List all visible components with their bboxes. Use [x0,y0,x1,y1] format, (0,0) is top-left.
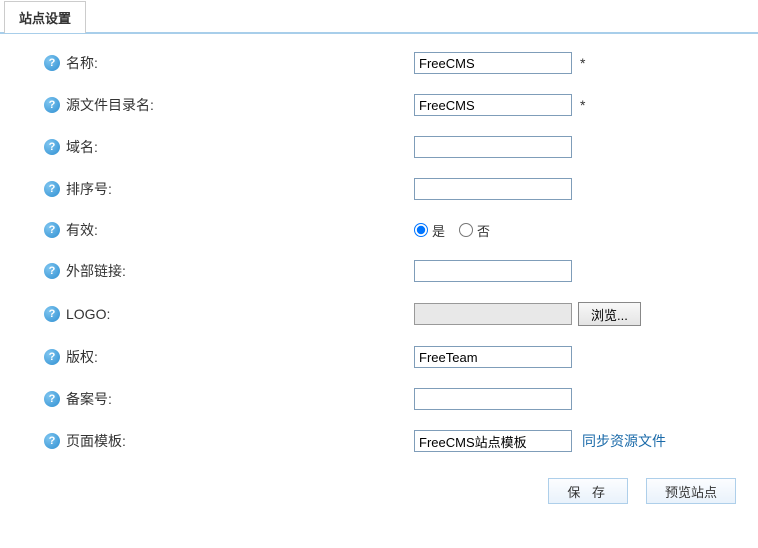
required-mark: * [580,55,585,71]
row-template: 页面模板: 同步资源文件 [0,420,758,462]
radio-valid-yes[interactable] [414,223,428,237]
row-record: 备案号: [0,378,758,420]
row-copy: 版权: [0,336,758,378]
save-button[interactable]: 保 存 [548,478,628,504]
label-domain: 域名: [66,137,98,157]
help-icon[interactable] [44,349,60,365]
preview-button[interactable]: 预览站点 [646,478,736,504]
input-domain[interactable] [414,136,572,158]
row-order: 排序号: [0,168,758,210]
button-row: 保 存 预览站点 [0,462,758,512]
row-extlink: 外部链接: [0,250,758,292]
label-extlink: 外部链接: [66,261,126,281]
browse-button[interactable]: 浏览... [578,302,641,326]
help-icon[interactable] [44,55,60,71]
form-area: 名称: * 源文件目录名: * 域名: 排序号: [0,34,758,512]
input-copy[interactable] [414,346,572,368]
required-mark: * [580,97,585,113]
row-name: 名称: * [0,42,758,84]
help-icon[interactable] [44,433,60,449]
input-srcdir[interactable] [414,94,572,116]
help-icon[interactable] [44,391,60,407]
row-logo: LOGO: 浏览... [0,292,758,336]
input-order[interactable] [414,178,572,200]
input-record[interactable] [414,388,572,410]
row-srcdir: 源文件目录名: * [0,84,758,126]
help-icon[interactable] [44,181,60,197]
help-icon[interactable] [44,306,60,322]
input-extlink[interactable] [414,260,572,282]
radio-label-no: 否 [477,221,490,240]
input-template[interactable] [414,430,572,452]
help-icon[interactable] [44,222,60,238]
radio-valid-no[interactable] [459,223,473,237]
radio-label-yes: 是 [432,221,445,240]
label-name: 名称: [66,53,98,73]
label-srcdir: 源文件目录名: [66,95,154,115]
radio-group-valid: 是 否 [414,221,490,240]
label-order: 排序号: [66,179,112,199]
label-record: 备案号: [66,389,112,409]
label-copy: 版权: [66,347,98,367]
tab-site-settings[interactable]: 站点设置 [4,1,86,33]
file-display-logo [414,303,572,325]
help-icon[interactable] [44,139,60,155]
row-valid: 有效: 是 否 [0,210,758,250]
help-icon[interactable] [44,97,60,113]
row-domain: 域名: [0,126,758,168]
help-icon[interactable] [44,263,60,279]
input-name[interactable] [414,52,572,74]
label-template: 页面模板: [66,431,126,451]
label-valid: 有效: [66,220,98,240]
tab-bar: 站点设置 [0,0,758,34]
label-logo: LOGO: [66,306,110,322]
link-sync-resources[interactable]: 同步资源文件 [582,431,666,451]
